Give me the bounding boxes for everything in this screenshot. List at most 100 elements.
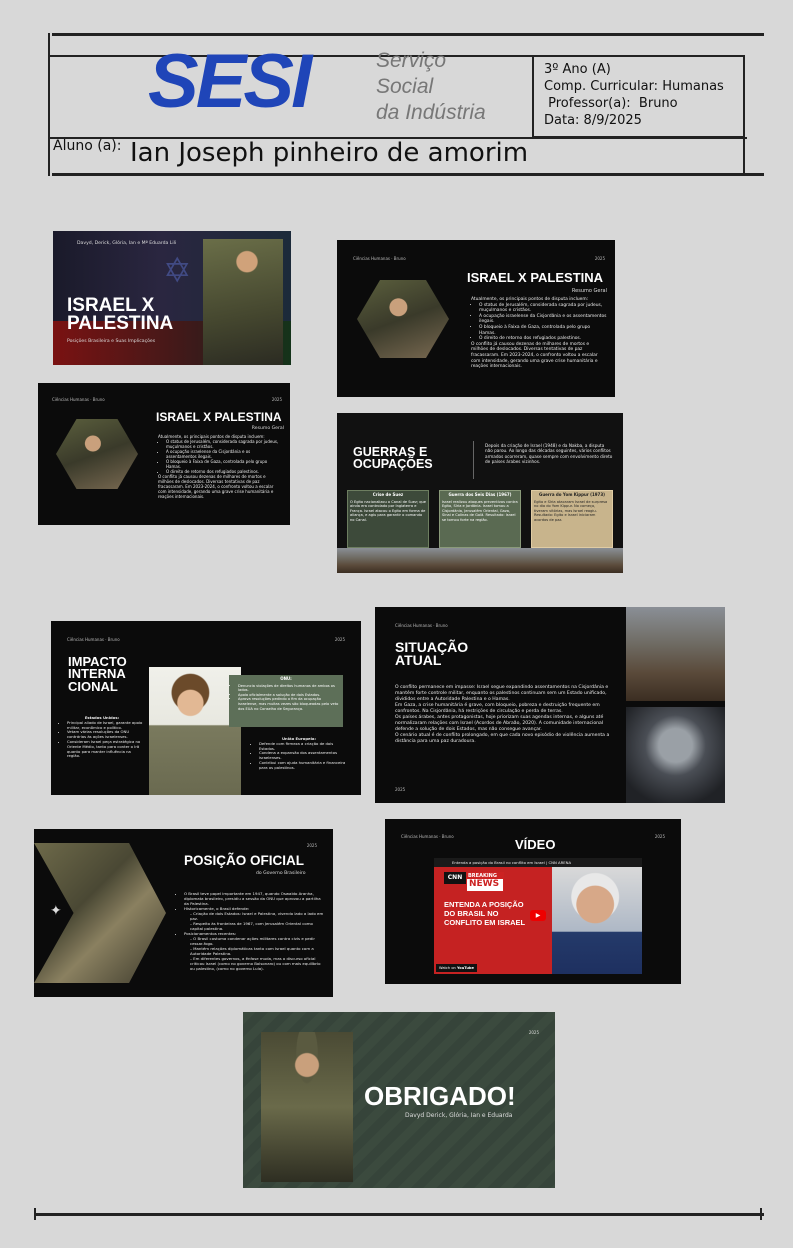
onu-box: ONU: Denuncia violações de direitos huma… <box>229 675 343 727</box>
military-eagle-icon: ✦ <box>50 903 62 919</box>
video-player[interactable]: Entenda a posição do Brasil no conflito … <box>434 858 642 974</box>
slide-authors: Davyd, Derick, Glória, Ian e Mª Eduarda … <box>77 241 177 246</box>
slide-title: IMPACTO INTERNA CIONAL <box>68 655 127 694</box>
eu-section: União Europeia: Defende com firmeza a cr… <box>251 736 347 771</box>
watch-on-youtube-bar[interactable]: Watch on YouTube <box>436 964 477 972</box>
slide-year: 2025 <box>395 787 406 792</box>
slide-tag: Ciências Humanas · Bruno <box>67 637 120 642</box>
slide-official-position: ✦ 2025 POSIÇÃO OFICIAL do Governo Brasil… <box>34 829 333 997</box>
slide-title: ISRAEL X PALESTINA <box>467 270 604 285</box>
slide-tag: Ciências Humanas · Bruno <box>401 834 454 839</box>
slide-international-impact: Ciências Humanas · Bruno 2025 IMPACTO IN… <box>51 621 361 795</box>
curricular-component: Comp. Curricular: Humanas <box>544 79 724 94</box>
logo-sub-line: Social <box>376 75 434 98</box>
bullet-subitem: – O Brasil costuma condenar ações milita… <box>190 936 315 946</box>
bullet-item: Contribui com ajuda humanitária e financ… <box>259 760 347 771</box>
presenter-photo <box>552 867 642 974</box>
bullet-list: O status de Jerusalém, considerada sagra… <box>471 303 607 342</box>
slide-title: GUERRAS E OCUPAÇÕES <box>353 445 433 471</box>
slide-tag: Ciências Humanas · Bruno <box>353 256 406 261</box>
slide-subtitle: Resumo Geral <box>251 426 284 431</box>
bullet-subitem: – Criação de dois Estados: Israel e Pale… <box>190 911 324 921</box>
war-card: Guerra dos Seis Dias (1967) Israel reali… <box>439 490 521 548</box>
slide-authors: Davyd Derick, Glória, Ian e Eduarda <box>405 1112 513 1119</box>
slide-title: ISRAEL X PALESTINA <box>67 295 174 335</box>
slide-body: Atualmente, os principais pontos de disp… <box>471 297 607 370</box>
card-text: Egito e Síria atacaram Israel de surpres… <box>534 499 608 522</box>
bullet-item: O bloqueio à Faixa de Gaza, controlada p… <box>166 459 282 469</box>
class-year: 3º Ano (A) <box>544 62 611 77</box>
slide-year: 2025 <box>334 637 345 642</box>
slide-year: 2025 <box>306 843 317 848</box>
soldier-hexagon-image <box>357 280 449 358</box>
destroyed-building-photo <box>626 607 725 701</box>
slide-thank-you: 2025 OBRIGADO! Davyd Derick, Glória, Ian… <box>243 1012 555 1188</box>
class-info-box: 3º Ano (A) Comp. Curricular: Humanas Pro… <box>532 55 745 138</box>
card-title: Guerra do Yom Kippur (1973) <box>539 492 605 497</box>
slide-year: 2025 <box>594 256 605 261</box>
body-paragraph: Os países árabes, antes protagonistas, h… <box>395 715 604 732</box>
slide-body: Atualmente, os principais pontos de disp… <box>158 434 282 499</box>
bullet-item: Aprova resoluções pedindo o fim da ocupa… <box>238 697 341 711</box>
card-title: Guerra dos Seis Dias (1967) <box>448 492 512 497</box>
rubble-strip-image <box>337 548 623 573</box>
teacher-name: Professor(a): Bruno <box>544 96 678 111</box>
slide-summary-copy: Ciências Humanas · Bruno 2025 ISRAEL X P… <box>38 383 290 525</box>
logo-sub-line: da Indústria <box>376 101 486 124</box>
slide-subtitle: do Governo Brasileiro <box>256 871 306 876</box>
footer-line <box>34 1213 764 1216</box>
body-paragraph: Em Gaza, a crise humanitária é grave, co… <box>395 703 600 714</box>
body-paragraph: O cenário atual é de conflito prolongado… <box>395 733 610 744</box>
bullet-subitem: – Mantém relações diplomáticas tanto com… <box>190 946 314 956</box>
bullet-subitem: – Respeito às fronteiras de 1967, com Je… <box>190 921 313 931</box>
video-caption: Entenda a posição do Brasil no conflito … <box>452 860 572 865</box>
bullet-list: O Brasil teve papel importante em 1947, … <box>176 891 326 971</box>
slide-title: POSIÇÃO OFICIAL <box>184 853 305 868</box>
body-closing: O conflito já causou dezenas de milhares… <box>158 474 274 499</box>
play-button-icon[interactable]: ▶ <box>530 910 546 921</box>
slide-title: SITUAÇÃO ATUAL <box>395 640 468 668</box>
cnn-logo: CNN <box>444 872 466 884</box>
slide-subtitle: Resumo Geral <box>571 288 607 294</box>
slide-tag: Ciências Humanas · Bruno <box>395 623 448 628</box>
star-of-david-icon: ✡ <box>163 251 192 291</box>
slide-video: Ciências Humanas · Bruno 2025 VÍDEO Ente… <box>385 819 681 984</box>
footer-right-tick <box>760 1208 762 1220</box>
card-text: O Egito nacionalizou o Canal de Suez; qu… <box>350 499 426 522</box>
slide-wars: GUERRAS E OCUPAÇÕES Depois da criação de… <box>337 413 623 573</box>
war-card: Guerra do Yom Kippur (1973) Egito e Síri… <box>531 490 613 548</box>
footer-left-tick <box>34 1208 36 1220</box>
date: Data: 8/9/2025 <box>544 113 642 128</box>
youtube-text: YouTube <box>456 966 474 970</box>
logo-sub-line: Serviço <box>376 49 447 72</box>
slide-current-situation: Ciências Humanas · Bruno SITUAÇÃO ATUAL … <box>375 607 725 803</box>
headline-line: CONFLITO EM ISRAEL <box>444 918 526 927</box>
bullet-item: A ocupação israelense da Cisjordânia e o… <box>479 314 607 325</box>
watch-on-text: Watch on <box>439 966 456 970</box>
bullet-item: O status de Jerusalém, considerada sagra… <box>479 303 607 314</box>
section-heading: ONU: <box>280 676 292 681</box>
body-intro: Atualmente, os principais pontos de disp… <box>471 297 589 302</box>
bullet-subitem: – Em diferentes governos, a ênfase muda,… <box>190 956 321 971</box>
bullet-item: O status de Jerusalém, considerada sagra… <box>166 439 282 449</box>
bullet-item: O bloqueio à Faixa de Gaza, controlada p… <box>479 325 607 336</box>
bullet-item: Consideram Israel peça estratégica no Or… <box>67 739 145 759</box>
card-title: Crise de Suez <box>372 492 404 497</box>
card-text: Israel realizou ataques preventivos cont… <box>442 499 518 522</box>
student-name: Ian Joseph pinheiro de amorim <box>130 138 529 168</box>
slide-tag: Ciências Humanas · Bruno <box>52 397 105 402</box>
slide-subtitle: Posições Brasileira e Suas Implicações <box>67 339 156 344</box>
header-bottom-line <box>52 173 764 176</box>
title-line: CIONAL <box>68 678 118 694</box>
soldier-hexagon-image <box>56 419 138 489</box>
student-label: Aluno (a): <box>53 138 122 154</box>
bullet-item: A ocupação israelense da Cisjordânia e o… <box>166 449 282 459</box>
video-headline: ENTENDA A POSIÇÃO DO BRASIL NO CONFLITO … <box>444 900 525 927</box>
cnn-text: CNN <box>447 874 463 881</box>
slide-summary: Ciências Humanas · Bruno 2025 ISRAEL X P… <box>337 240 615 397</box>
breaking-news-badge: BREAKING NEWS <box>466 872 504 892</box>
sesi-logo: SESI Serviço Social da Indústria <box>148 44 486 125</box>
title-divider <box>473 441 474 479</box>
bullet-list: Defende com firmeza a criação de dois Es… <box>251 741 347 771</box>
slide-cover: ✡ Davyd, Derick, Glória, Ian e Mª Eduard… <box>53 231 291 365</box>
